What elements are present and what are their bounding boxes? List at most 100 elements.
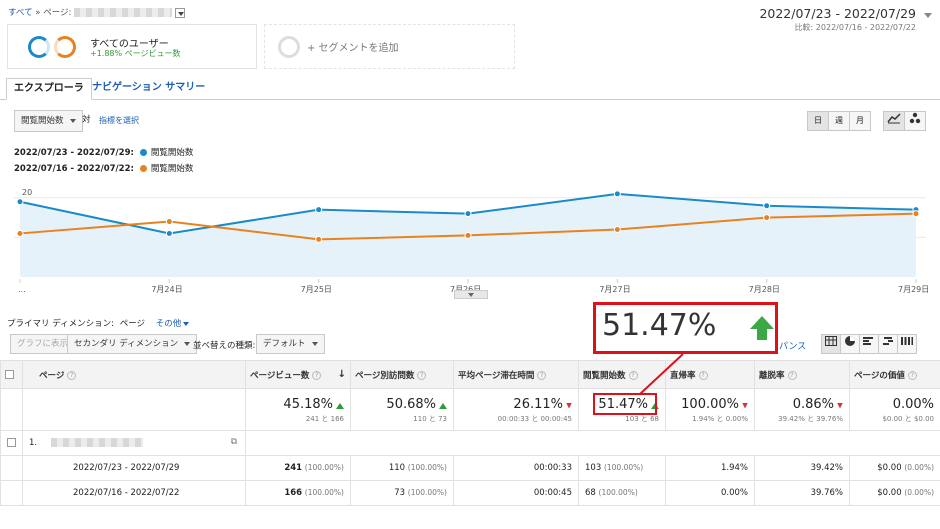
add-segment-label: + セグメントを追加 <box>307 43 399 54</box>
report-tabs: エクスプローラ ナビゲーション サマリー <box>0 78 940 100</box>
up-arrow-icon <box>439 402 447 409</box>
empty-segment-ring-icon <box>278 36 300 58</box>
metric-select[interactable]: 閲覧開始数 <box>14 110 83 132</box>
table-row: 2022/07/16 - 2022/07/22 166 (100.00%) 73… <box>0 480 940 506</box>
help-icon[interactable]: ? <box>628 370 638 380</box>
segment-all-users[interactable]: すべてのユーザー +1.88% ページビュー数 <box>7 24 257 69</box>
header-exit-rate[interactable]: 離脱率? <box>754 360 850 389</box>
help-icon[interactable]: ? <box>312 370 322 380</box>
y-tick-label: 20 <box>22 188 32 197</box>
granularity-month-button[interactable]: 月 <box>849 111 871 131</box>
help-icon[interactable]: ? <box>537 370 547 380</box>
comparison-view-icon[interactable] <box>878 334 898 354</box>
x-tick-label: 7月28日 <box>749 285 780 294</box>
data-point-previous <box>763 214 771 222</box>
header-unique-pageviews[interactable]: ページ別訪問数? <box>350 360 454 389</box>
granularity-week-button[interactable]: 週 <box>828 111 850 131</box>
total-bounce-rate: 100.00% 1.94% と 0.00% <box>665 388 755 431</box>
legend-blue-dot <box>139 149 147 156</box>
header-avg-time[interactable]: 平均ページ滞在時間? <box>453 360 579 389</box>
breadcrumb-all-link[interactable]: すべて <box>8 8 33 18</box>
date-range-picker[interactable]: 2022/07/23 - 2022/07/29 比較: 2022/07/16 -… <box>759 6 916 33</box>
header-bounce-rate[interactable]: 直帰率? <box>665 360 755 389</box>
total-unique-pageviews: 50.68% 110 と 73 <box>350 388 454 431</box>
legend-current: 2022/07/23 - 2022/07/29: 閲覧開始数 <box>14 146 193 158</box>
x-tick-label: 7月24日 <box>151 285 182 294</box>
help-icon[interactable]: ? <box>67 370 77 380</box>
legend-current-date: 2022/07/23 - 2022/07/29: <box>14 148 134 158</box>
sort-type-select[interactable]: デフォルト <box>256 334 325 354</box>
big-up-arrow-icon <box>750 316 774 340</box>
data-point-current <box>165 229 173 237</box>
other-caret-icon <box>183 321 190 326</box>
table-row[interactable]: 1. ⧉ <box>0 430 940 456</box>
highlight-box <box>593 393 657 415</box>
granularity-day-button[interactable]: 日 <box>807 111 829 131</box>
date-range-main: 2022/07/23 - 2022/07/29 <box>759 6 916 21</box>
help-icon[interactable]: ? <box>787 370 797 380</box>
table-row: 2022/07/23 - 2022/07/29 241 (100.00%) 11… <box>0 455 940 481</box>
legend-current-metric: 閲覧開始数 <box>150 148 194 158</box>
header-pageviews[interactable]: ページビュー数? ↓ <box>245 360 351 389</box>
table-view-icon[interactable] <box>821 334 841 354</box>
scatter-chart-icon[interactable] <box>904 111 926 131</box>
row-checkbox[interactable] <box>7 438 16 447</box>
redacted-page-path <box>51 438 144 447</box>
chart-type-group <box>883 111 926 131</box>
help-icon[interactable]: ? <box>907 370 917 380</box>
segment-subtitle: +1.88% ページビュー数 <box>90 49 181 58</box>
pie-view-icon[interactable] <box>840 334 860 354</box>
breadcrumb-page-label: ページ: <box>43 8 72 18</box>
header-entrances[interactable]: 閲覧開始数? <box>578 360 666 389</box>
chevron-down-icon <box>69 118 76 123</box>
total-page-value: 0.00% $0.00 と $0.00 <box>849 388 940 431</box>
data-point-previous <box>16 229 24 237</box>
select-all-checkbox[interactable] <box>5 369 14 379</box>
segment-ring-blue-icon <box>28 36 50 58</box>
pivot-view-icon[interactable] <box>897 334 917 354</box>
primary-dimension-page[interactable]: ページ <box>120 319 145 329</box>
data-point-previous <box>613 225 621 233</box>
page-dropdown-icon[interactable] <box>175 7 186 18</box>
header-page-value[interactable]: ページの価値? <box>849 360 940 389</box>
performance-link[interactable]: パンス <box>779 339 806 352</box>
segment-ring-orange-icon <box>54 36 76 58</box>
data-point-current <box>315 206 323 214</box>
down-arrow-icon <box>566 402 572 409</box>
choose-metric-link[interactable]: 指標を選択 <box>99 115 139 126</box>
plot-rows-button[interactable]: グラフに表示 <box>10 334 76 354</box>
row-date-previous: 2022/07/16 - 2022/07/22 <box>22 480 246 506</box>
x-tick-label: ... <box>18 285 26 294</box>
date-range-caret-icon[interactable] <box>924 13 932 18</box>
vs-label: 対 <box>82 115 91 125</box>
up-arrow-icon <box>336 402 344 409</box>
x-tick-label: 7月29日 <box>898 285 929 294</box>
primary-dimension-other[interactable]: その他 <box>156 319 182 329</box>
chevron-down-icon <box>311 341 318 346</box>
data-point-current <box>763 202 771 210</box>
data-point-current <box>16 198 24 206</box>
data-point-previous <box>912 210 920 218</box>
totals-row: 45.18% 241 と 166 50.68% 110 と 73 26.11% 00:… <box>0 388 940 431</box>
granularity-group: 日 週 月 <box>807 111 871 131</box>
help-icon[interactable]: ? <box>698 370 708 380</box>
primary-dimension-label: プライマリ ディメンション: <box>7 319 114 329</box>
header-page[interactable]: ページ? <box>22 360 246 389</box>
sort-type-value: デフォルト <box>263 339 306 349</box>
primary-dimension-row: プライマリ ディメンション: ページ その他 <box>7 317 190 329</box>
tab-explorer[interactable]: エクスプローラ <box>6 78 92 100</box>
total-exit-rate: 0.86% 39.42% と 39.76% <box>754 388 850 431</box>
open-page-icon[interactable]: ⧉ <box>231 437 237 447</box>
collapse-caret-icon <box>468 293 474 297</box>
total-avg-time: 26.11% 00:00:33 と 00:00:45 <box>453 388 579 431</box>
bar-view-icon[interactable] <box>859 334 879 354</box>
tab-navigation-summary[interactable]: ナビゲーション サマリー <box>85 78 212 100</box>
add-segment-button[interactable]: + セグメントを追加 <box>264 24 515 69</box>
help-icon[interactable]: ? <box>417 370 427 380</box>
down-arrow-icon <box>742 402 748 409</box>
chart-collapse-handle[interactable] <box>454 290 488 299</box>
secondary-dimension-select[interactable]: セカンダリ ディメンション <box>67 334 198 354</box>
callout-value: 51.47% <box>602 308 717 343</box>
x-tick-label: 7月27日 <box>599 285 630 294</box>
line-chart-icon[interactable] <box>883 111 905 131</box>
